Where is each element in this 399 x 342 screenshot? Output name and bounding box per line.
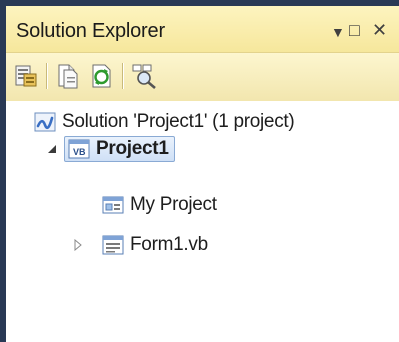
refresh-icon — [92, 64, 111, 88]
solution-label: Solution 'Project1' (1 project) — [62, 111, 295, 132]
window-position-button[interactable]: ▼ — [331, 22, 345, 42]
properties-icon — [15, 65, 37, 87]
show-all-files-icon — [58, 64, 78, 89]
form-icon — [102, 235, 124, 255]
maximize-button[interactable]: □ — [349, 20, 360, 40]
panel-toolbar — [6, 53, 399, 101]
expand-arrow-icon[interactable] — [72, 239, 84, 251]
properties-button[interactable] — [12, 62, 40, 90]
panel-titlebar[interactable]: Solution Explorer ▼ □ ✕ — [6, 6, 399, 53]
tree-node-solution[interactable]: Solution 'Project1' (1 project) — [34, 107, 295, 137]
my-project-label: My Project — [130, 194, 217, 215]
vb-project-icon: VB — [68, 139, 90, 159]
toolbar-separator — [46, 63, 48, 89]
collapse-arrow-icon[interactable] — [46, 143, 58, 155]
close-button[interactable]: ✕ — [372, 20, 387, 40]
toolbar-separator — [122, 63, 124, 89]
solution-tree: Solution 'Project1' (1 project) VB Proje… — [6, 102, 399, 342]
ide-frame: Solution Explorer ▼ □ ✕ Solution 'Projec… — [0, 0, 399, 342]
show-all-files-button[interactable] — [54, 62, 82, 90]
tree-node-project[interactable]: VB Project1 — [64, 134, 175, 164]
project-label: Project1 — [96, 138, 169, 159]
solution-explorer-panel: Solution Explorer ▼ □ ✕ Solution 'Projec… — [6, 6, 399, 342]
solution-icon — [34, 112, 56, 132]
form1-label: Form1.vb — [130, 234, 208, 255]
my-project-icon — [102, 196, 124, 214]
tree-node-form1[interactable]: Form1.vb — [102, 230, 208, 260]
panel-title: Solution Explorer — [16, 20, 165, 42]
svg-text:VB: VB — [73, 147, 86, 157]
tree-node-my-project[interactable]: My Project — [102, 190, 217, 220]
selected-node-highlight: VB Project1 — [64, 136, 175, 162]
refresh-button[interactable] — [88, 62, 116, 90]
view-class-diagram-icon — [132, 64, 156, 89]
view-class-diagram-button[interactable] — [130, 62, 158, 90]
